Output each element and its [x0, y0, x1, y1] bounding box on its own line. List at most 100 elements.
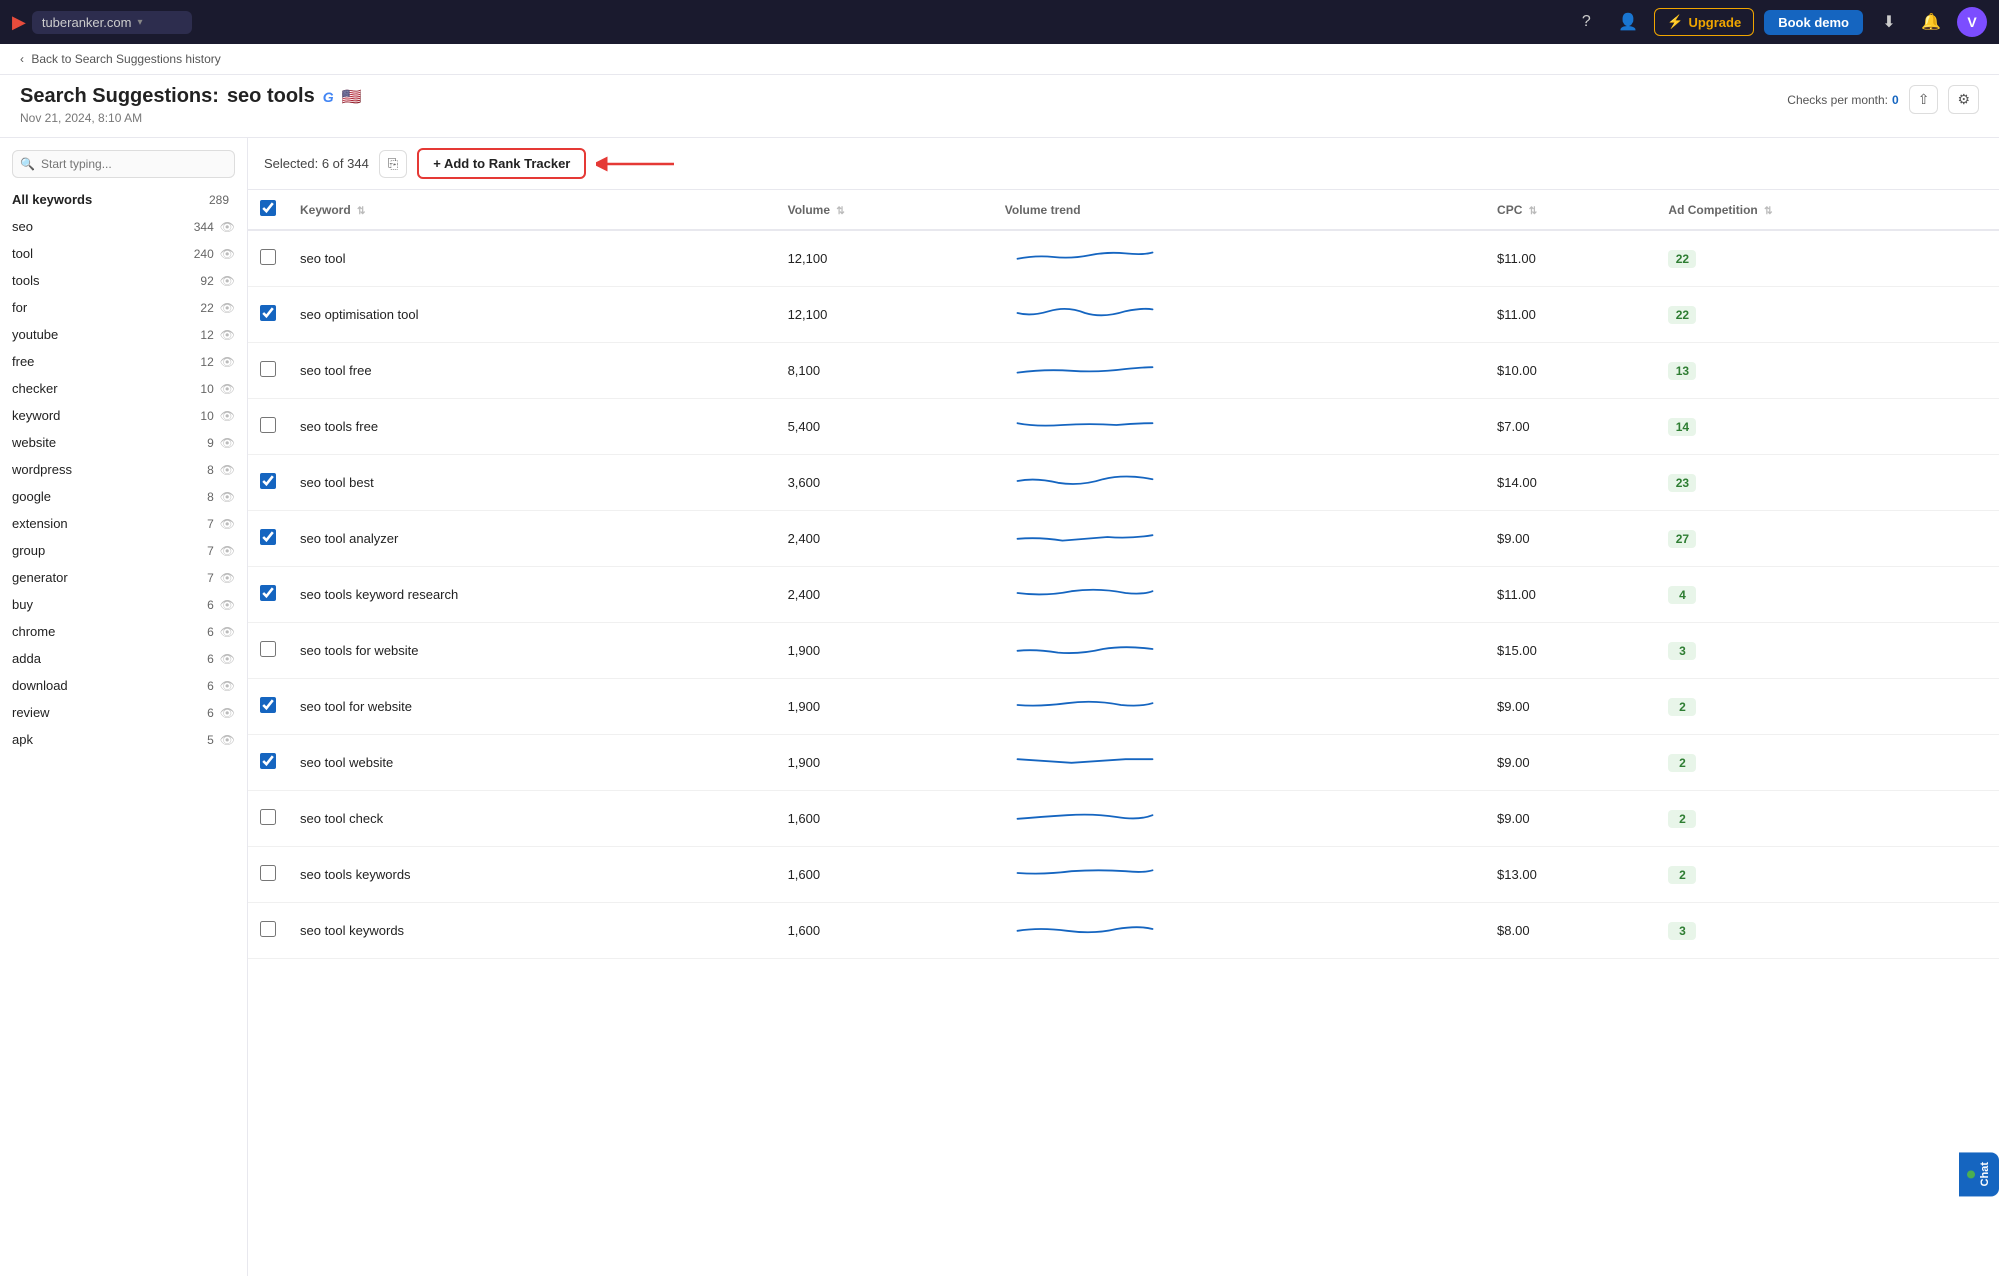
- eye-icon[interactable]: 👁: [220, 625, 235, 639]
- row-checkbox-cell[interactable]: [248, 567, 288, 623]
- sidebar-item-count: 92: [200, 274, 213, 288]
- cpc-cell: $9.00: [1485, 735, 1656, 791]
- sidebar-item-All-keywords[interactable]: All keywords 289: [0, 186, 247, 213]
- book-demo-button[interactable]: Book demo: [1764, 10, 1863, 35]
- sidebar-item-tools[interactable]: tools 92 👁: [0, 267, 247, 294]
- eye-icon[interactable]: 👁: [220, 274, 235, 288]
- eye-icon[interactable]: 👁: [220, 355, 235, 369]
- eye-icon[interactable]: 👁: [220, 679, 235, 693]
- volume-cell: 1,900: [776, 679, 993, 735]
- add-user-button[interactable]: 👤: [1612, 6, 1644, 38]
- ad-comp-badge: 2: [1668, 754, 1696, 772]
- sparkline-chart: [1005, 239, 1165, 275]
- row-checkbox-cell[interactable]: [248, 230, 288, 287]
- eye-icon[interactable]: 👁: [220, 409, 235, 423]
- sidebar-item-seo[interactable]: seo 344 👁: [0, 213, 247, 240]
- eye-icon[interactable]: 👁: [220, 220, 235, 234]
- eye-icon[interactable]: 👁: [220, 247, 235, 261]
- breadcrumb-link[interactable]: Back to Search Suggestions history: [31, 52, 220, 66]
- row-checkbox[interactable]: [260, 809, 276, 825]
- row-checkbox[interactable]: [260, 249, 276, 265]
- sidebar-item-keyword[interactable]: keyword 10 👁: [0, 402, 247, 429]
- trend-cell: [993, 847, 1485, 903]
- eye-icon[interactable]: 👁: [220, 463, 235, 477]
- sidebar-item-free[interactable]: free 12 👁: [0, 348, 247, 375]
- upgrade-button[interactable]: ⚡ Upgrade: [1654, 8, 1754, 36]
- row-checkbox-cell[interactable]: [248, 791, 288, 847]
- sidebar-item-tool[interactable]: tool 240 👁: [0, 240, 247, 267]
- sidebar-item-download[interactable]: download 6 👁: [0, 672, 247, 699]
- eye-icon[interactable]: 👁: [220, 706, 235, 720]
- sidebar-item-for[interactable]: for 22 👁: [0, 294, 247, 321]
- sidebar-item-chrome[interactable]: chrome 6 👁: [0, 618, 247, 645]
- eye-icon[interactable]: 👁: [220, 544, 235, 558]
- eye-icon[interactable]: 👁: [220, 490, 235, 504]
- row-checkbox[interactable]: [260, 473, 276, 489]
- eye-icon[interactable]: 👁: [220, 598, 235, 612]
- top-navigation: ▶ tuberanker.com ▾ ? 👤 ⚡ Upgrade Book de…: [0, 0, 1999, 44]
- row-checkbox-cell[interactable]: [248, 623, 288, 679]
- share-button[interactable]: ⇧: [1909, 85, 1939, 114]
- sidebar-item-extension[interactable]: extension 7 👁: [0, 510, 247, 537]
- sidebar-item-generator[interactable]: generator 7 👁: [0, 564, 247, 591]
- eye-icon[interactable]: 👁: [220, 652, 235, 666]
- sidebar-item-checker[interactable]: checker 10 👁: [0, 375, 247, 402]
- row-checkbox-cell[interactable]: [248, 287, 288, 343]
- row-checkbox-cell[interactable]: [248, 847, 288, 903]
- eye-icon[interactable]: 👁: [220, 517, 235, 531]
- row-checkbox[interactable]: [260, 697, 276, 713]
- row-checkbox[interactable]: [260, 585, 276, 601]
- sidebar-item-google[interactable]: google 8 👁: [0, 483, 247, 510]
- row-checkbox[interactable]: [260, 361, 276, 377]
- row-checkbox-cell[interactable]: [248, 455, 288, 511]
- settings-button[interactable]: ⚙: [1948, 85, 1979, 114]
- add-to-rank-tracker-button[interactable]: + Add to Rank Tracker: [417, 148, 586, 179]
- row-checkbox[interactable]: [260, 641, 276, 657]
- row-checkbox[interactable]: [260, 753, 276, 769]
- row-checkbox[interactable]: [260, 529, 276, 545]
- eye-icon[interactable]: 👁: [220, 436, 235, 450]
- keywords-table-wrapper: Keyword ⇅ Volume ⇅ Volume trend CPC ⇅ Ad…: [248, 190, 1999, 1276]
- ad-comp-cell: 2: [1656, 847, 1999, 903]
- eye-icon[interactable]: 👁: [220, 328, 235, 342]
- download-button[interactable]: ⬇: [1873, 6, 1905, 38]
- row-checkbox[interactable]: [260, 305, 276, 321]
- sidebar-item-adda[interactable]: adda 6 👁: [0, 645, 247, 672]
- sidebar-item-wordpress[interactable]: wordpress 8 👁: [0, 456, 247, 483]
- lightning-icon: ⚡: [1667, 14, 1683, 30]
- sidebar-item-label: wordpress: [12, 462, 207, 477]
- row-checkbox-cell[interactable]: [248, 511, 288, 567]
- table-row: seo tool free 8,100 $10.00 13: [248, 343, 1999, 399]
- sidebar-item-review[interactable]: review 6 👁: [0, 699, 247, 726]
- sidebar-item-label: youtube: [12, 327, 200, 342]
- row-checkbox[interactable]: [260, 865, 276, 881]
- sidebar-item-apk[interactable]: apk 5 👁: [0, 726, 247, 753]
- copy-button[interactable]: ⎘: [379, 150, 407, 178]
- eye-icon[interactable]: 👁: [220, 301, 235, 315]
- row-checkbox[interactable]: [260, 417, 276, 433]
- avatar[interactable]: V: [1957, 7, 1987, 37]
- search-input[interactable]: [12, 150, 235, 178]
- row-checkbox-cell[interactable]: [248, 343, 288, 399]
- sidebar-item-youtube[interactable]: youtube 12 👁: [0, 321, 247, 348]
- eye-icon[interactable]: 👁: [220, 733, 235, 747]
- sidebar-item-buy[interactable]: buy 6 👁: [0, 591, 247, 618]
- select-all-checkbox[interactable]: [260, 200, 276, 216]
- row-checkbox-cell[interactable]: [248, 679, 288, 735]
- row-checkbox-cell[interactable]: [248, 735, 288, 791]
- row-checkbox-cell[interactable]: [248, 399, 288, 455]
- domain-selector[interactable]: tuberanker.com ▾: [32, 11, 192, 34]
- row-checkbox[interactable]: [260, 921, 276, 937]
- eye-icon[interactable]: 👁: [220, 382, 235, 396]
- sidebar-item-website[interactable]: website 9 👁: [0, 429, 247, 456]
- row-checkbox-cell[interactable]: [248, 903, 288, 959]
- ad-comp-cell: 2: [1656, 735, 1999, 791]
- notifications-button[interactable]: 🔔: [1915, 6, 1947, 38]
- logo: ▶ tuberanker.com ▾: [12, 11, 192, 34]
- sidebar-item-group[interactable]: group 7 👁: [0, 537, 247, 564]
- keyword-cell: seo tool analyzer: [288, 511, 776, 567]
- content-area: 🔍 All keywords 289 seo 344 👁 tool 240 👁 …: [0, 138, 1999, 1276]
- help-button[interactable]: ?: [1570, 6, 1602, 38]
- chat-fab[interactable]: Chat: [1959, 1152, 1999, 1196]
- eye-icon[interactable]: 👁: [220, 571, 235, 585]
